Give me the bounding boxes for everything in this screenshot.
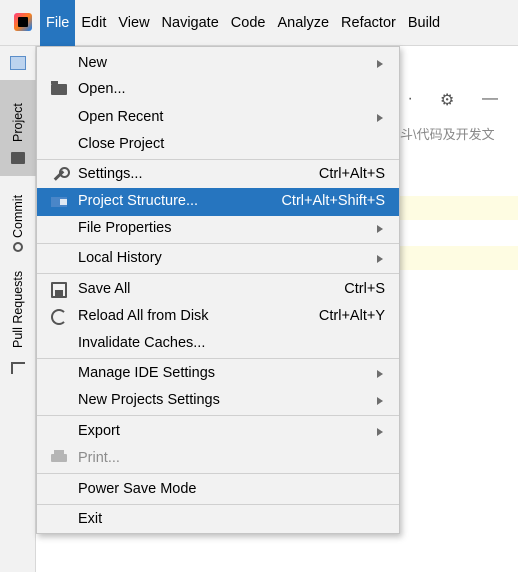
- menu-item-label: Settings...: [78, 166, 143, 182]
- menu-item-close-project[interactable]: Close Project: [37, 131, 399, 159]
- menu-item-label: Manage IDE Settings: [78, 365, 216, 381]
- collapse-icon[interactable]: ∙: [408, 90, 412, 108]
- menu-item-exit[interactable]: Exit: [37, 506, 399, 534]
- project-path-text: 斗\代码及开发文: [400, 127, 495, 142]
- menu-item-new-projects-settings[interactable]: New Projects Settings: [37, 387, 399, 415]
- menu-separator: [37, 273, 399, 274]
- submenu-arrow-icon: [377, 397, 383, 405]
- submenu-arrow-icon: [377, 255, 383, 263]
- menu-item-label: Reload All from Disk: [78, 308, 209, 324]
- menu-item-label: Open...: [78, 81, 126, 97]
- editor-highlight-row: [400, 246, 518, 270]
- menu-code[interactable]: Code: [225, 0, 272, 46]
- menu-separator: [37, 504, 399, 505]
- menu-separator: [37, 243, 399, 244]
- gear-icon[interactable]: ⚙: [440, 90, 454, 110]
- menu-analyze[interactable]: Analyze: [271, 0, 335, 46]
- menu-file[interactable]: File: [40, 0, 76, 46]
- menu-item-label: New: [78, 55, 108, 71]
- menu-item-label: New Projects Settings: [78, 392, 220, 408]
- menu-build[interactable]: Build: [402, 0, 446, 46]
- menu-item-label: Close Project: [78, 136, 165, 152]
- project-toolbar: ∙ ⚙ —: [400, 86, 518, 116]
- menu-item-label: Project Structure...: [78, 193, 199, 209]
- menu-navigate[interactable]: Navigate: [156, 0, 225, 46]
- menu-item-label: Open Recent: [78, 109, 164, 125]
- app-logo-icon[interactable]: [14, 13, 32, 31]
- menu-separator: [37, 415, 399, 416]
- menu-item-label: Save All: [78, 281, 131, 297]
- minimize-icon[interactable]: —: [482, 90, 498, 108]
- menu-item-open-recent[interactable]: Open Recent: [37, 104, 399, 132]
- editor-highlight-row: [400, 196, 518, 220]
- menu-items: File Edit View Navigate Code Analyze Ref…: [40, 0, 446, 46]
- tab-pull-requests-label: Pull Requests: [11, 270, 25, 348]
- menu-item-power-save-mode[interactable]: Power Save Mode: [37, 476, 399, 504]
- menu-item-settings[interactable]: Settings... Ctrl+Alt+S: [37, 161, 399, 189]
- menu-item-label: Exit: [78, 511, 103, 527]
- menu-separator: [37, 473, 399, 474]
- menu-item-label: Invalidate Caches...: [78, 335, 206, 351]
- submenu-arrow-icon: [377, 225, 383, 233]
- menu-item-shortcut: Ctrl+Alt+Shift+S: [281, 193, 385, 209]
- folder-open-icon: [51, 81, 67, 95]
- submenu-arrow-icon: [377, 114, 383, 122]
- menu-edit[interactable]: Edit: [75, 0, 112, 46]
- commit-icon: [13, 242, 23, 252]
- folder-icon: [11, 152, 25, 164]
- project-structure-icon: [51, 197, 67, 207]
- file-menu-dropdown: New Open... Open Recent Close Project Se…: [36, 46, 400, 534]
- print-icon: [51, 450, 67, 462]
- menu-item-open[interactable]: Open...: [37, 76, 399, 104]
- menu-item-label: Local History: [78, 250, 162, 266]
- menu-item-label: Power Save Mode: [78, 481, 197, 497]
- menu-item-shortcut: Ctrl+S: [344, 281, 385, 297]
- menu-item-invalidate-caches[interactable]: Invalidate Caches...: [37, 330, 399, 358]
- menu-item-shortcut: Ctrl+Alt+S: [318, 166, 385, 182]
- save-icon: [51, 282, 67, 298]
- menu-separator: [37, 159, 399, 160]
- menu-item-label: Export: [78, 423, 120, 439]
- submenu-arrow-icon: [377, 370, 383, 378]
- menu-item-manage-ide-settings[interactable]: Manage IDE Settings: [37, 360, 399, 388]
- menu-item-export[interactable]: Export: [37, 418, 399, 446]
- menu-view[interactable]: View: [112, 0, 155, 46]
- tab-pull-requests[interactable]: Pull Requests: [0, 271, 36, 378]
- tab-project-label: Project: [11, 103, 25, 142]
- menu-item-shortcut: Ctrl+Alt+Y: [318, 308, 385, 324]
- menu-separator: [37, 358, 399, 359]
- reload-icon: [51, 309, 67, 325]
- tab-commit-label: Commit: [11, 194, 25, 238]
- menu-item-project-structure[interactable]: Project Structure... Ctrl+Alt+Shift+S: [37, 188, 399, 216]
- menu-item-label: Print...: [78, 450, 120, 466]
- tool-window-strip: Project Commit Pull Requests: [0, 46, 36, 572]
- wrench-icon: [51, 167, 70, 183]
- tab-commit[interactable]: Commit: [0, 182, 36, 260]
- tab-project[interactable]: Project: [0, 80, 36, 176]
- submenu-arrow-icon: [377, 60, 383, 68]
- menu-refactor[interactable]: Refactor: [335, 0, 402, 46]
- menu-item-local-history[interactable]: Local History: [37, 245, 399, 273]
- submenu-arrow-icon: [377, 428, 383, 436]
- menu-item-label: File Properties: [78, 220, 172, 236]
- structure-view-icon[interactable]: [10, 56, 26, 70]
- pull-request-icon: [11, 362, 25, 374]
- menu-bar: File Edit View Navigate Code Analyze Ref…: [0, 0, 518, 46]
- menu-item-save-all[interactable]: Save All Ctrl+S: [37, 276, 399, 304]
- menu-item-new[interactable]: New: [37, 50, 399, 78]
- menu-item-file-properties[interactable]: File Properties: [37, 215, 399, 243]
- menu-item-print: Print...: [37, 445, 399, 473]
- menu-item-reload-all[interactable]: Reload All from Disk Ctrl+Alt+Y: [37, 303, 399, 331]
